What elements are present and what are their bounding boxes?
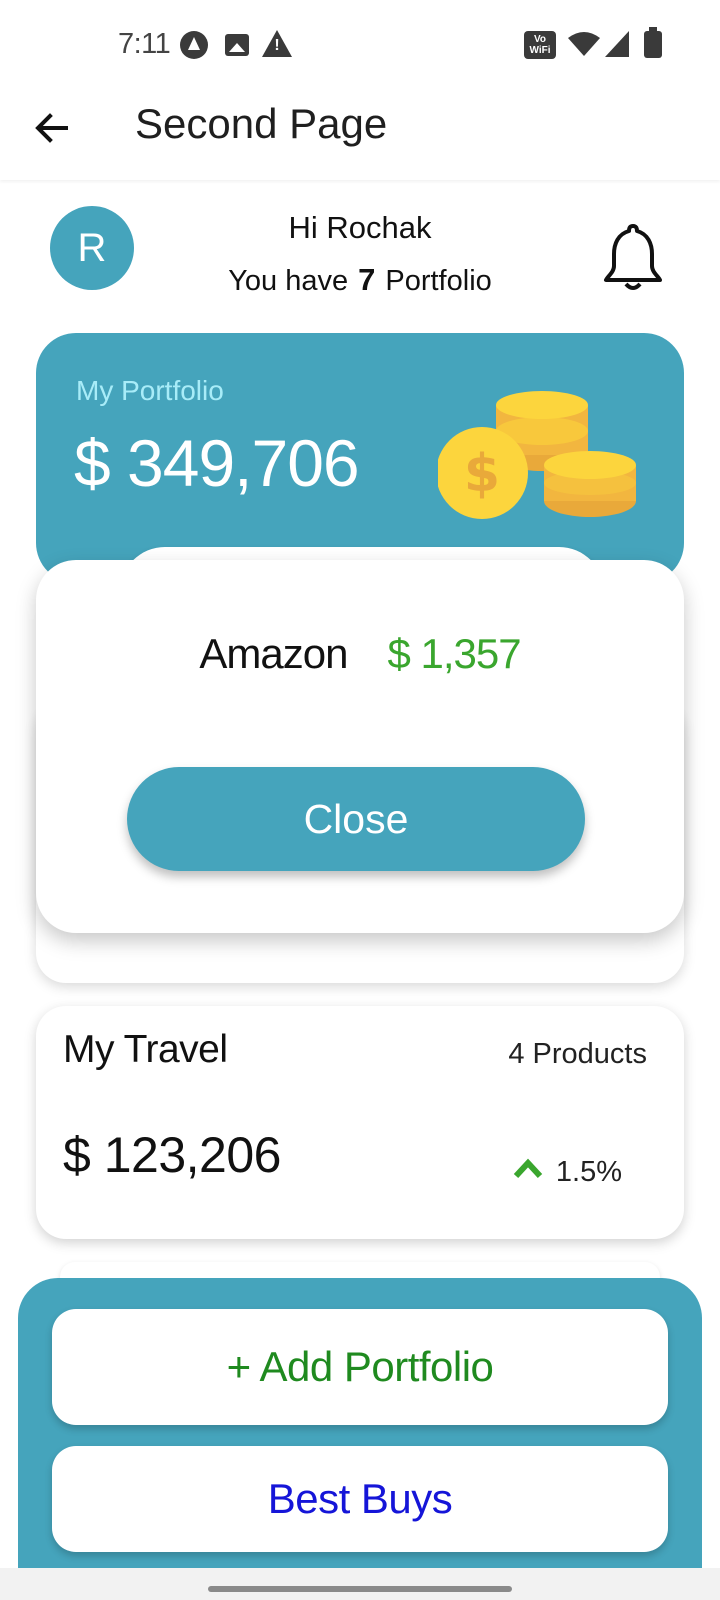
vowifi-icon: Vo WiFi <box>524 31 556 59</box>
greeting-name: Hi Rochak <box>288 210 432 245</box>
status-bar: 7:11 ! Vo WiFi <box>0 0 720 90</box>
page-title: Second Page <box>135 100 388 147</box>
amount-dialog: Amazon $ 1,357 Close <box>36 560 684 933</box>
battery-icon <box>644 27 662 58</box>
portfolio-count-suffix: Portfolio <box>385 265 492 297</box>
travel-value: $ 123,206 <box>63 1127 281 1183</box>
close-button[interactable]: Close <box>127 767 585 871</box>
signal-icon <box>605 31 629 57</box>
navigation-bar <box>0 1568 720 1600</box>
bell-icon[interactable] <box>602 222 664 294</box>
travel-change: 1.5% <box>555 1156 622 1188</box>
coins-icon: $ <box>438 391 636 519</box>
wifi-icon <box>568 32 600 56</box>
portfolio-label: My Portfolio <box>76 375 224 406</box>
home-indicator[interactable] <box>208 1586 512 1592</box>
add-portfolio-button[interactable]: + Add Portfolio <box>52 1309 668 1425</box>
dialog-item-amount: $ 1,357 <box>387 630 521 677</box>
portfolio-value: $ 349,706 <box>74 426 360 500</box>
portfolio-summary-card[interactable]: My Portfolio $ 349,706 $ <box>36 333 684 583</box>
chevron-up-icon <box>513 1158 543 1179</box>
image-icon <box>225 34 249 56</box>
travel-title: My Travel <box>63 1028 228 1071</box>
svg-text:$: $ <box>464 444 500 504</box>
portfolio-count-line: You have 7 Portfolio <box>190 262 530 298</box>
app-bar: Second Page <box>0 90 720 180</box>
status-time: 7:11 <box>118 28 171 60</box>
assistant-icon <box>180 31 208 59</box>
best-buys-button[interactable]: Best Buys <box>52 1446 668 1552</box>
warning-mark: ! <box>274 37 280 54</box>
dialog-content: Amazon $ 1,357 <box>36 630 684 678</box>
avatar[interactable]: R <box>50 206 134 290</box>
travel-products: 4 Products <box>508 1038 647 1070</box>
portfolio-count-prefix: You have <box>228 265 349 297</box>
travel-portfolio-card[interactable]: My Travel 4 Products $ 123,206 1.5% <box>36 1006 684 1239</box>
portfolio-count: 7 <box>358 262 376 297</box>
arrow-left-icon[interactable] <box>30 106 74 150</box>
dialog-item-name: Amazon <box>199 630 348 677</box>
